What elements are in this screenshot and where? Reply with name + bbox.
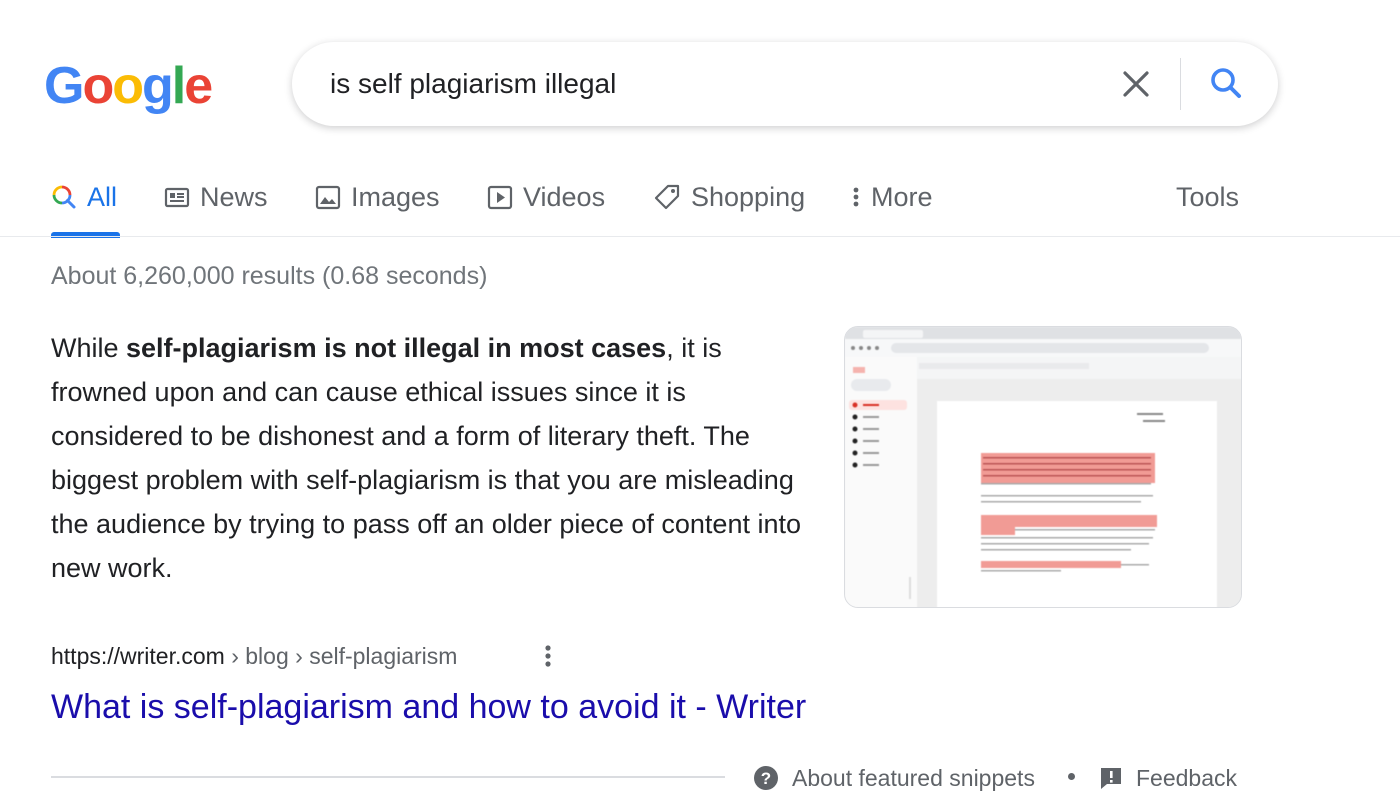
more-options-icon[interactable]: [536, 640, 560, 672]
news-icon: [164, 184, 190, 210]
tools-button[interactable]: Tools: [1176, 180, 1239, 214]
logo-letter: e: [184, 57, 213, 115]
search-tabs: All News Images Videos Shopping More Too…: [0, 170, 1400, 238]
google-logo[interactable]: Google: [44, 56, 213, 116]
tab-label: Images: [351, 182, 440, 212]
search-divider: [1180, 58, 1181, 110]
tab-more[interactable]: More: [849, 180, 933, 214]
tab-shopping[interactable]: Shopping: [653, 180, 805, 214]
about-featured-snippets-link[interactable]: ? About featured snippets: [752, 762, 1035, 794]
snippet-post: , it is frowned upon and can cause ethic…: [51, 333, 802, 583]
tag-icon: [653, 183, 681, 211]
snippet-bold: self-plagiarism is not illegal in most c…: [126, 333, 667, 363]
search-icon[interactable]: [1206, 64, 1246, 104]
logo-letter: o: [112, 57, 144, 115]
feedback-icon: [1098, 765, 1124, 791]
tab-news[interactable]: News: [164, 180, 268, 214]
image-icon: [315, 184, 341, 210]
feedback-link[interactable]: Feedback: [1098, 762, 1237, 794]
result-title-link[interactable]: What is self-plagiarism and how to avoid…: [51, 686, 806, 728]
help-icon: ?: [752, 764, 780, 792]
feedback-label: Feedback: [1136, 765, 1238, 791]
tab-all[interactable]: All: [51, 180, 117, 214]
tab-label: News: [200, 182, 268, 212]
tabs-divider: [0, 236, 1400, 237]
search-multicolor-icon: [51, 184, 77, 210]
play-icon: [487, 184, 513, 210]
search-input[interactable]: is self plagiarism illegal: [330, 67, 616, 101]
featured-snippet-text: While self-plagiarism is not illegal in …: [51, 326, 811, 590]
search-box[interactable]: is self plagiarism illegal: [292, 42, 1278, 126]
tab-label: All: [87, 182, 118, 212]
snippet-divider: [51, 776, 725, 778]
snippet-pre: While: [51, 333, 127, 363]
tab-label: More: [871, 182, 933, 212]
result-path: › blog › self-plagiarism: [224, 643, 458, 669]
about-label: About featured snippets: [792, 765, 1035, 791]
more-vert-icon: [849, 184, 863, 210]
snippet-thumbnail-image[interactable]: [844, 326, 1242, 608]
tools-label: Tools: [1176, 182, 1240, 212]
logo-letter: g: [141, 57, 174, 115]
tab-videos[interactable]: Videos: [487, 180, 605, 214]
logo-letter: G: [44, 57, 84, 115]
logo-letter: o: [82, 57, 114, 115]
active-tab-indicator: [51, 232, 120, 238]
separator-dot: [1068, 773, 1075, 780]
tab-label: Videos: [523, 182, 606, 212]
logo-letter: l: [171, 57, 187, 115]
result-stats: About 6,260,000 results (0.68 seconds): [51, 262, 488, 290]
tab-label: Shopping: [691, 182, 806, 212]
tab-images[interactable]: Images: [315, 180, 440, 214]
result-url[interactable]: https://writer.com › blog › self-plagiar…: [51, 640, 457, 672]
svg-text:?: ?: [761, 769, 771, 788]
result-site: https://writer.com: [51, 643, 225, 669]
close-icon[interactable]: [1118, 66, 1154, 102]
